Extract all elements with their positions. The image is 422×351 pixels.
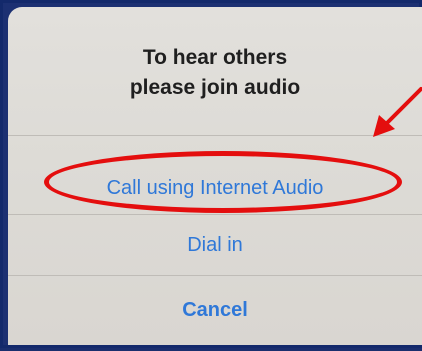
divider: [8, 275, 422, 276]
join-audio-action-sheet: To hear others please join audio Call us…: [8, 7, 422, 345]
dialog-title-line-2: please join audio: [129, 76, 301, 99]
divider: [8, 135, 422, 136]
dialog-title: To hear others please join audio: [8, 43, 422, 103]
call-internet-audio-button[interactable]: Call using Internet Audio: [8, 177, 422, 200]
cancel-button[interactable]: Cancel: [8, 299, 422, 322]
dial-in-button[interactable]: Dial in: [8, 234, 422, 257]
dialog-title-line-1: To hear others: [142, 46, 288, 69]
divider: [8, 214, 422, 215]
screenshot-frame: To hear others please join audio Call us…: [0, 0, 422, 348]
